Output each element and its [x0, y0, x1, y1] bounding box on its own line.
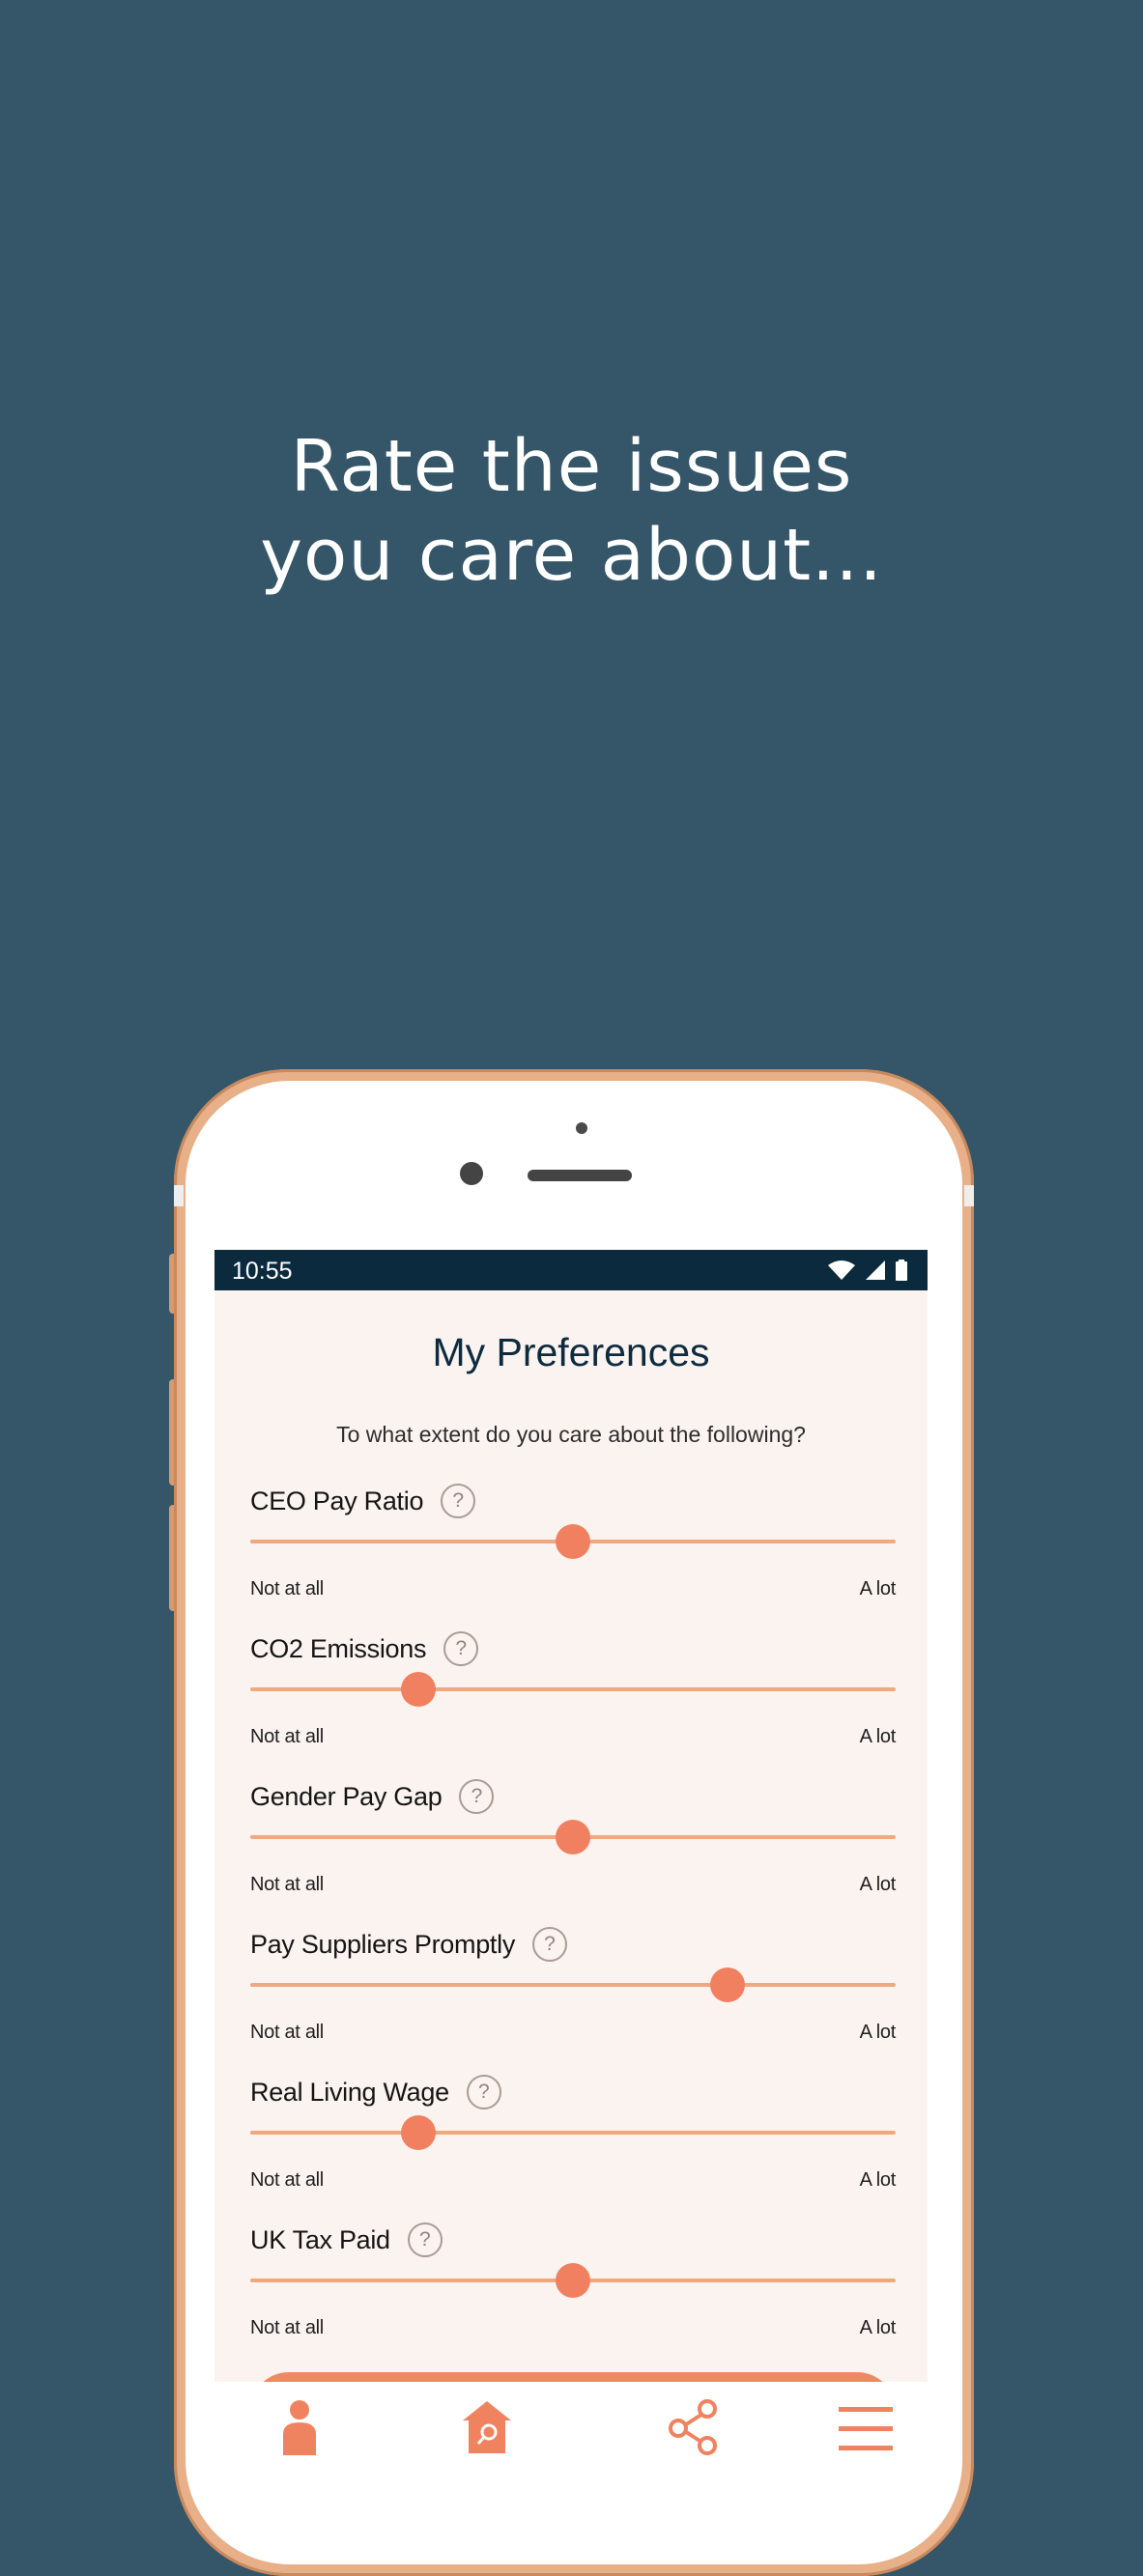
scale-max-label: A lot: [859, 1726, 897, 1747]
status-bar: 10:55: [214, 1250, 928, 1290]
scale-max-label: A lot: [859, 1874, 897, 1895]
preference-label: Gender Pay Gap: [250, 1781, 443, 1811]
headline-line-1: Rate the issues: [290, 425, 853, 508]
scale-min-label: Not at all: [250, 1726, 324, 1747]
preference-slider-thumb[interactable]: [400, 2115, 436, 2150]
preference-slider-track[interactable]: [250, 1983, 896, 1987]
help-icon[interactable]: ?: [532, 1927, 568, 1962]
share-icon: [669, 2399, 717, 2455]
front-camera: [460, 1162, 483, 1185]
bottom-nav: [214, 2382, 928, 2473]
phone-antenna-band-left: [174, 1185, 184, 1206]
home-search-icon: [463, 2401, 511, 2453]
scale-min-label: Not at all: [250, 2317, 324, 2338]
scale-max-label: A lot: [859, 2022, 897, 2043]
preference-slider-thumb[interactable]: [556, 2263, 590, 2298]
preference-item: Pay Suppliers Promptly ? Not at all A lo…: [250, 1925, 896, 2070]
scale-min-label: Not at all: [250, 2022, 324, 2043]
nav-item-menu[interactable]: [835, 2399, 897, 2461]
preference-label: CO2 Emissions: [250, 1633, 427, 1663]
battery-icon: [896, 1260, 907, 1281]
proximity-sensor: [576, 1122, 587, 1134]
help-icon[interactable]: ?: [459, 1779, 495, 1814]
preference-label: UK Tax Paid: [250, 2224, 390, 2254]
preference-item: Gender Pay Gap ? Not at all A lot: [250, 1777, 896, 1922]
wifi-icon: [828, 1260, 855, 1280]
preference-slider-thumb[interactable]: [556, 1820, 590, 1854]
help-icon[interactable]: ?: [443, 1631, 479, 1666]
nav-item-home-search[interactable]: [456, 2399, 518, 2461]
preference-item: CO2 Emissions ? Not at all A lot: [250, 1629, 896, 1774]
scale-min-label: Not at all: [250, 1874, 324, 1895]
earpiece-speaker: [528, 1170, 632, 1181]
preference-label: Real Living Wage: [250, 2077, 449, 2107]
preference-slider-track[interactable]: [250, 1687, 896, 1691]
headline-line-2: you care about...: [260, 514, 883, 597]
preference-slider-thumb[interactable]: [400, 1672, 436, 1707]
scale-max-label: A lot: [859, 2317, 897, 2338]
preference-item: CEO Pay Ratio ? Not at all A lot: [250, 1482, 896, 1627]
page-title: My Preferences: [432, 1330, 710, 1374]
preference-item: UK Tax Paid ? Not at all A lot: [250, 2221, 896, 2365]
promo-headline: Rate the issues you care about...: [0, 422, 1143, 600]
scale-max-label: A lot: [859, 1578, 897, 1599]
preference-label: Pay Suppliers Promptly: [250, 1929, 516, 1959]
signal-icon: [866, 1260, 885, 1280]
status-time: 10:55: [232, 1258, 293, 1285]
preference-slider-thumb[interactable]: [710, 1967, 746, 2002]
preference-slider-thumb[interactable]: [556, 1524, 590, 1559]
scale-max-label: A lot: [859, 2169, 897, 2191]
nav-item-profile[interactable]: [269, 2399, 330, 2461]
help-icon[interactable]: ?: [441, 1484, 476, 1518]
preference-item: Real Living Wage ? Not at all A lot: [250, 2073, 896, 2218]
page-subtitle: To what extent do you care about the fol…: [336, 1422, 806, 1447]
help-icon[interactable]: ?: [466, 2075, 501, 2109]
nav-item-share[interactable]: [663, 2399, 725, 2461]
app-screen: 10:55 My Preferences To what extent do y…: [214, 1250, 928, 2473]
menu-icon: [839, 2407, 893, 2450]
scale-min-label: Not at all: [250, 2169, 324, 2191]
preference-label: CEO Pay Ratio: [250, 1486, 424, 1515]
preference-slider-track[interactable]: [250, 2131, 896, 2135]
status-icons: [827, 1259, 908, 1282]
person-icon: [283, 2400, 316, 2455]
scale-min-label: Not at all: [250, 1578, 324, 1599]
help-icon[interactable]: ?: [407, 2222, 443, 2257]
phone-antenna-band-right: [964, 1185, 974, 1206]
